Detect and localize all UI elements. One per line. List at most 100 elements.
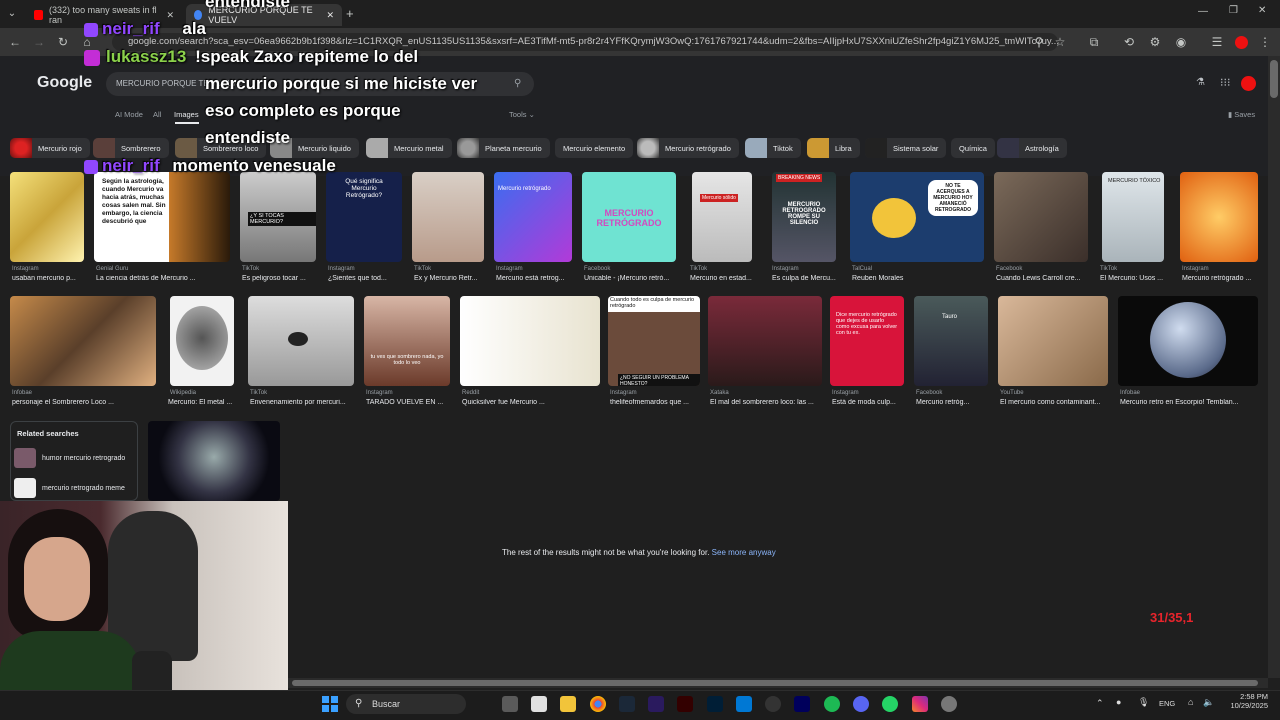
image-result[interactable]: Tauro bbox=[914, 296, 988, 386]
network-icon[interactable]: ⌂ bbox=[1188, 697, 1193, 707]
result-caption[interactable]: Mercurio está retrog... bbox=[496, 275, 572, 282]
related-search-link[interactable]: mercurio retrogrado meme bbox=[42, 485, 125, 492]
image-result[interactable]: MERCURIO TÓXICO bbox=[1102, 172, 1164, 262]
vertical-scrollbar[interactable] bbox=[1268, 56, 1280, 678]
result-caption[interactable]: ¿Sientes que tod... bbox=[328, 275, 402, 282]
result-caption[interactable]: Envenenamiento por mercuri... bbox=[250, 399, 354, 406]
image-result[interactable]: tu ves que sombrero nada, yo todo lo veo bbox=[364, 296, 450, 386]
file-explorer-icon[interactable] bbox=[560, 696, 576, 712]
horizontal-scroll-thumb[interactable] bbox=[292, 680, 1258, 686]
result-caption[interactable]: Reuben Morales bbox=[852, 275, 984, 282]
image-result[interactable]: NO TE ACERQUES A MERCURIO HOY AMANECIÓ R… bbox=[850, 172, 984, 262]
image-result[interactable]: MERCURIO RETRÓGRADO bbox=[582, 172, 676, 262]
menu-dots-icon[interactable]: ⋮ bbox=[1256, 33, 1274, 51]
vertical-scroll-thumb[interactable] bbox=[1270, 60, 1278, 98]
image-result[interactable] bbox=[1118, 296, 1258, 386]
volume-icon[interactable]: 🔈 bbox=[1203, 697, 1214, 708]
result-caption[interactable]: La ciencia detrás de Mercurio ... bbox=[96, 275, 230, 282]
chip-astrologia[interactable]: Astrología bbox=[997, 138, 1067, 158]
saves-button[interactable]: ▮ Saves bbox=[1228, 110, 1255, 119]
image-result[interactable] bbox=[994, 172, 1088, 262]
see-more-link[interactable]: See more anyway bbox=[712, 548, 776, 557]
tools-button[interactable]: Tools ⌄ bbox=[509, 110, 535, 119]
after-effects-icon[interactable] bbox=[794, 696, 810, 712]
image-result[interactable]: Dice mercurio retrógrado que dejes de us… bbox=[830, 296, 904, 386]
search-icon[interactable]: ⚲ bbox=[514, 72, 521, 96]
image-result[interactable]: BREAKING NEWS MERCURIO RETROGRADO ROMPE … bbox=[772, 172, 836, 262]
result-caption[interactable]: Unicable - ¡Mercurio retró... bbox=[584, 275, 676, 282]
image-result[interactable] bbox=[148, 421, 280, 501]
result-caption[interactable]: El mercurio como contaminant... bbox=[1000, 399, 1108, 406]
google-logo[interactable]: Google bbox=[37, 74, 92, 92]
result-caption[interactable]: Mercurio en estad... bbox=[690, 275, 752, 282]
result-caption[interactable]: thelifeofmemardos que ... bbox=[610, 399, 700, 406]
maximize-button[interactable]: ❐ bbox=[1229, 5, 1238, 16]
account-avatar[interactable] bbox=[1241, 76, 1256, 91]
result-caption[interactable]: usaban mercurio p... bbox=[12, 275, 86, 282]
chip-mercurio-rojo[interactable]: Mercurio rojo bbox=[10, 138, 90, 158]
result-caption[interactable]: El mal del sombrerero loco: las ... bbox=[710, 399, 822, 406]
result-caption[interactable]: TARADO VUELVE EN ... bbox=[366, 399, 450, 406]
microphone-icon[interactable]: 🎙 bbox=[1138, 697, 1149, 708]
discord-icon[interactable] bbox=[853, 696, 869, 712]
bookmark-star-icon[interactable]: ☆ bbox=[1051, 33, 1069, 51]
illustrator-icon[interactable] bbox=[677, 696, 693, 712]
close-icon[interactable]: ✕ bbox=[326, 10, 334, 21]
premiere-icon[interactable] bbox=[648, 696, 664, 712]
image-result[interactable] bbox=[460, 296, 600, 386]
chip-tiktok[interactable]: Tiktok bbox=[745, 138, 801, 158]
image-result[interactable] bbox=[248, 296, 354, 386]
image-result[interactable]: Mercurio retrógrado bbox=[494, 172, 572, 262]
result-caption[interactable]: Es culpa de Mercu... bbox=[772, 275, 836, 282]
image-result[interactable]: Qué significa Mercurio Retrógrado? bbox=[326, 172, 402, 262]
result-caption[interactable]: Cuando Lewis Carroll cre... bbox=[996, 275, 1088, 282]
outlook-icon[interactable] bbox=[736, 696, 752, 712]
reload-icon[interactable]: ↻ bbox=[54, 33, 72, 51]
sidebar-icon[interactable]: ☰ bbox=[1208, 33, 1226, 51]
chip-quimica[interactable]: Química bbox=[951, 138, 995, 158]
extension-icon[interactable]: ⚙ bbox=[1146, 33, 1164, 51]
taskbar-search[interactable]: ⚲ Buscar bbox=[346, 694, 466, 714]
image-result[interactable] bbox=[10, 172, 84, 262]
zoom-icon[interactable]: ⚲ bbox=[1030, 33, 1048, 51]
task-view-icon[interactable] bbox=[502, 696, 518, 712]
profile-avatar[interactable] bbox=[1235, 36, 1248, 49]
result-caption[interactable]: Es peligroso tocar ... bbox=[242, 275, 316, 282]
store-icon[interactable] bbox=[531, 696, 547, 712]
language-indicator[interactable]: ENG bbox=[1159, 699, 1175, 708]
result-caption[interactable]: Mercurio: El metal ... bbox=[168, 399, 246, 406]
spotify-icon[interactable] bbox=[824, 696, 840, 712]
related-search-link[interactable]: humor mercurio retrogrado bbox=[42, 455, 125, 462]
tab-all[interactable]: All bbox=[153, 110, 161, 119]
result-caption[interactable]: Mercurio retrógrado ... bbox=[1182, 275, 1258, 282]
image-result[interactable]: Mercurio sólido bbox=[692, 172, 752, 262]
minimize-button[interactable]: — bbox=[1198, 6, 1208, 17]
settings-icon[interactable] bbox=[941, 696, 957, 712]
image-result[interactable] bbox=[998, 296, 1108, 386]
history-icon[interactable]: ⟲ bbox=[1120, 33, 1138, 51]
result-caption[interactable]: personaje el Sombrerero Loco ... bbox=[12, 399, 156, 406]
chip-planeta-mercurio[interactable]: Planeta mercurio bbox=[457, 138, 550, 158]
tab-list-icon[interactable]: ⌄ bbox=[4, 6, 20, 22]
extension-icon[interactable]: ◉ bbox=[1172, 33, 1190, 51]
image-result[interactable]: ¿Y SI TOCAS MERCURIO? bbox=[240, 172, 316, 262]
labs-icon[interactable]: ⚗ bbox=[1196, 77, 1205, 88]
extensions-icon[interactable]: ⧉ bbox=[1085, 33, 1103, 51]
image-result[interactable] bbox=[708, 296, 822, 386]
result-caption[interactable]: Ex y Mercurio Retr... bbox=[414, 275, 484, 282]
whatsapp-icon[interactable] bbox=[882, 696, 898, 712]
back-icon[interactable]: ← bbox=[6, 33, 24, 51]
chrome-icon[interactable] bbox=[590, 696, 606, 712]
result-caption[interactable]: El Mercurio: Usos ... bbox=[1100, 275, 1164, 282]
image-result[interactable] bbox=[412, 172, 484, 262]
result-caption[interactable]: Mercurio retro en Escorpio! Temblan... bbox=[1120, 399, 1258, 406]
result-caption[interactable]: Quicksilver fue Mercurio ... bbox=[462, 399, 600, 406]
obs-icon[interactable] bbox=[765, 696, 781, 712]
tab-images[interactable]: Images bbox=[174, 110, 199, 119]
photoshop-icon[interactable] bbox=[707, 696, 723, 712]
tab-ai-mode[interactable]: AI Mode bbox=[115, 110, 143, 119]
chip-sistema-solar[interactable]: Sistema solar bbox=[865, 138, 947, 158]
image-result[interactable] bbox=[10, 296, 156, 386]
image-result[interactable] bbox=[1180, 172, 1258, 262]
close-window-button[interactable]: ✕ bbox=[1258, 5, 1266, 16]
